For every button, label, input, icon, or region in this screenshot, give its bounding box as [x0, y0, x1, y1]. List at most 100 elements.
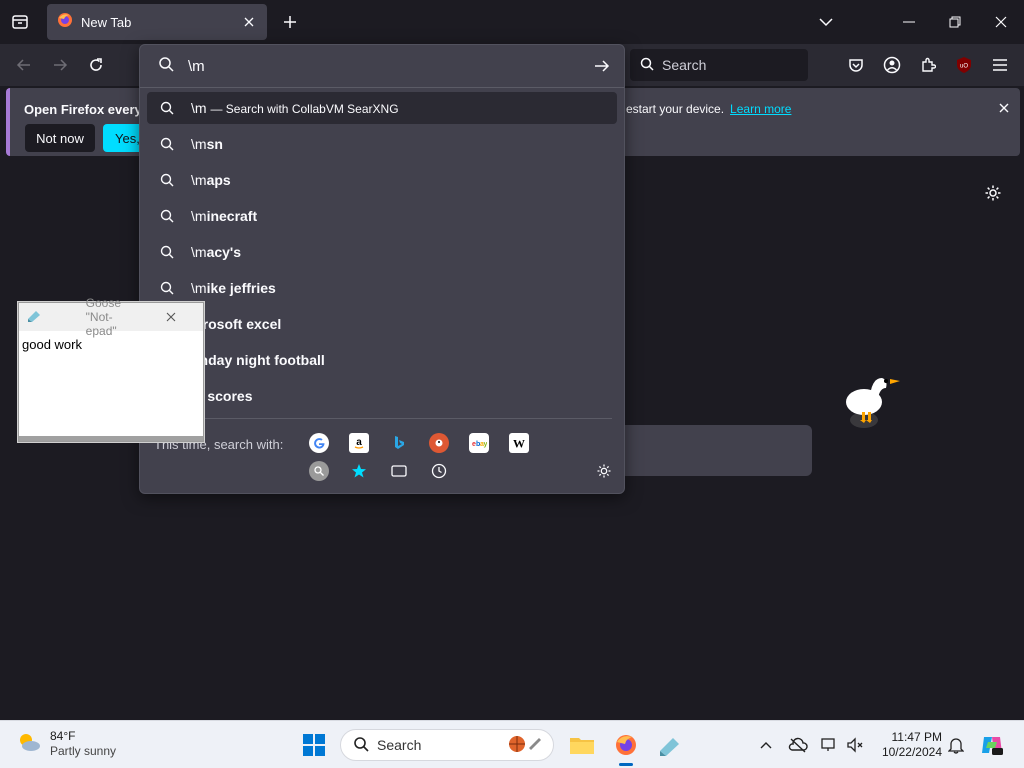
suggestion-row[interactable]: \msn [147, 128, 617, 160]
list-all-tabs-chevron-icon[interactable] [814, 10, 838, 34]
tab-close-icon[interactable] [237, 10, 261, 34]
onedrive-offline-icon[interactable] [788, 735, 808, 755]
copilot-icon[interactable] [980, 733, 1004, 757]
history-clock-icon[interactable] [429, 461, 449, 481]
close-window-icon[interactable] [978, 0, 1024, 44]
svg-text:a: a [356, 437, 362, 448]
tabs-icon[interactable] [389, 461, 409, 481]
suggestion-row[interactable]: \macy's [147, 236, 617, 268]
suggestion-text: \msn [191, 136, 223, 152]
suggestion-row[interactable]: \mike jeffries [147, 272, 617, 304]
suggestion-search-icon [159, 136, 175, 152]
newtab-search-box[interactable] [600, 425, 812, 476]
learn-more-link[interactable]: Learn more [730, 102, 791, 116]
not-now-button[interactable]: Not now [25, 124, 95, 152]
notification-close-icon[interactable] [994, 98, 1014, 118]
svg-text:W: W [513, 437, 525, 451]
suggestion-text: \mike jeffries [191, 280, 276, 296]
toolbar-search-placeholder: Search [662, 57, 707, 73]
suggestion-prefix: \m [191, 100, 207, 116]
weather-widget[interactable]: 84°F Partly sunny [16, 729, 116, 759]
volume-muted-icon[interactable] [845, 735, 865, 755]
taskbar-search-icon [353, 736, 369, 755]
back-arrow-icon[interactable] [12, 53, 36, 77]
notepad-taskbar-icon[interactable] [654, 729, 686, 761]
tab-new-tab[interactable]: New Tab [47, 4, 267, 40]
bing-engine-icon[interactable] [389, 433, 409, 453]
system-clock[interactable]: 11:47 PM 10/22/2024 [872, 730, 942, 760]
notification-bell-icon[interactable] [946, 735, 966, 755]
firefox-taskbar-icon[interactable] [610, 729, 642, 761]
amazon-engine-icon[interactable]: a [349, 433, 369, 453]
bookmarks-star-icon[interactable] [349, 461, 369, 481]
reload-icon[interactable] [84, 53, 108, 77]
urlbar-search-icon [158, 56, 174, 77]
notepad-scrollbar[interactable] [19, 436, 203, 441]
suggestion-search-icon [159, 208, 175, 224]
toolbar-search-input[interactable]: Search [630, 49, 808, 81]
suggestion-search-icon [159, 280, 175, 296]
suggestion-completion: sn [206, 136, 223, 152]
suggestion-action: — Search with CollabVM SearXNG [210, 102, 399, 116]
forward-arrow-icon[interactable] [48, 53, 72, 77]
personalize-gear-icon[interactable] [982, 182, 1004, 204]
pocket-icon[interactable] [844, 53, 868, 77]
notepad-title-bar[interactable]: Goose "Not-epad" [19, 296, 203, 338]
searxng-engine-icon[interactable] [309, 461, 329, 481]
clock-time: 11:47 PM [891, 730, 942, 744]
desktop-goose [842, 366, 906, 432]
notepad-app-icon [27, 309, 80, 326]
extensions-puzzle-icon[interactable] [916, 53, 940, 77]
suggestion-search-icon [159, 244, 175, 260]
start-windows-icon[interactable] [298, 729, 330, 761]
ebay-engine-icon[interactable]: ebay [469, 433, 489, 453]
menu-hamburger-icon[interactable] [988, 53, 1012, 77]
new-tab-plus-icon[interactable] [278, 10, 302, 34]
suggestion-row[interactable]: \minecraft [147, 200, 617, 232]
go-arrow-icon[interactable] [590, 54, 614, 78]
wikipedia-engine-icon[interactable]: W [509, 433, 529, 453]
firefox-view-icon[interactable] [6, 8, 34, 36]
notification-message-tail: estart your device. Learn more [626, 102, 791, 116]
svg-text:y: y [484, 441, 488, 448]
search-highlight-basketball-icon [507, 734, 543, 757]
svg-text:uO: uO [960, 64, 968, 70]
suggestion-completion: acy's [206, 244, 242, 260]
network-icon[interactable] [820, 735, 840, 755]
suggestion-row[interactable]: \m — Search with CollabVM SearXNG [147, 92, 617, 124]
suggestion-completion: ike jeffries [206, 280, 276, 296]
suggestion-row[interactable]: onday night football [147, 344, 617, 376]
minimize-icon[interactable] [886, 0, 932, 44]
google-engine-icon[interactable] [309, 433, 329, 453]
suggestion-row[interactable]: icrosoft excel [147, 308, 617, 340]
suggestion-prefix: \m [191, 172, 207, 188]
goose-notepad-window: Goose "Not-epad" good work [18, 296, 204, 442]
search-settings-gear-icon[interactable] [594, 461, 614, 481]
urlbar-input-row[interactable]: \m [140, 45, 624, 87]
suggestion-text: \maps [191, 172, 231, 188]
duckduckgo-engine-icon[interactable] [429, 433, 449, 453]
show-hidden-icons-chevron-icon[interactable] [756, 735, 776, 755]
windows-taskbar: 84°F Partly sunny Search 11:47 PM 10/22/ [0, 720, 1024, 768]
restore-icon[interactable] [932, 0, 978, 44]
oneoff-separator [152, 418, 612, 419]
notepad-close-icon[interactable] [144, 307, 197, 327]
taskbar-search-label: Search [377, 737, 422, 753]
suggestion-row[interactable]: \maps [147, 164, 617, 196]
account-icon[interactable] [880, 53, 904, 77]
taskbar-search[interactable]: Search [340, 729, 554, 761]
urlbar-popup: \m \m — Search with CollabVM SearXNG \ms… [139, 44, 625, 494]
suggestion-row[interactable]: lb scores [147, 380, 617, 412]
suggestion-search-icon [159, 100, 175, 116]
suggestion-prefix: \m [191, 244, 207, 260]
urlbar-input[interactable]: \m [188, 58, 590, 75]
file-explorer-icon[interactable] [566, 729, 598, 761]
notification-message: Open Firefox every ti [24, 102, 154, 117]
urlbar-separator [140, 87, 624, 88]
tab-title: New Tab [81, 14, 132, 30]
suggestion-text: icrosoft excel [191, 316, 281, 332]
tab-bar: New Tab [0, 0, 1024, 44]
ublock-origin-icon[interactable]: uO [952, 53, 976, 77]
suggestion-text: \macy's [191, 244, 241, 260]
suggestion-prefix: \m [191, 136, 207, 152]
